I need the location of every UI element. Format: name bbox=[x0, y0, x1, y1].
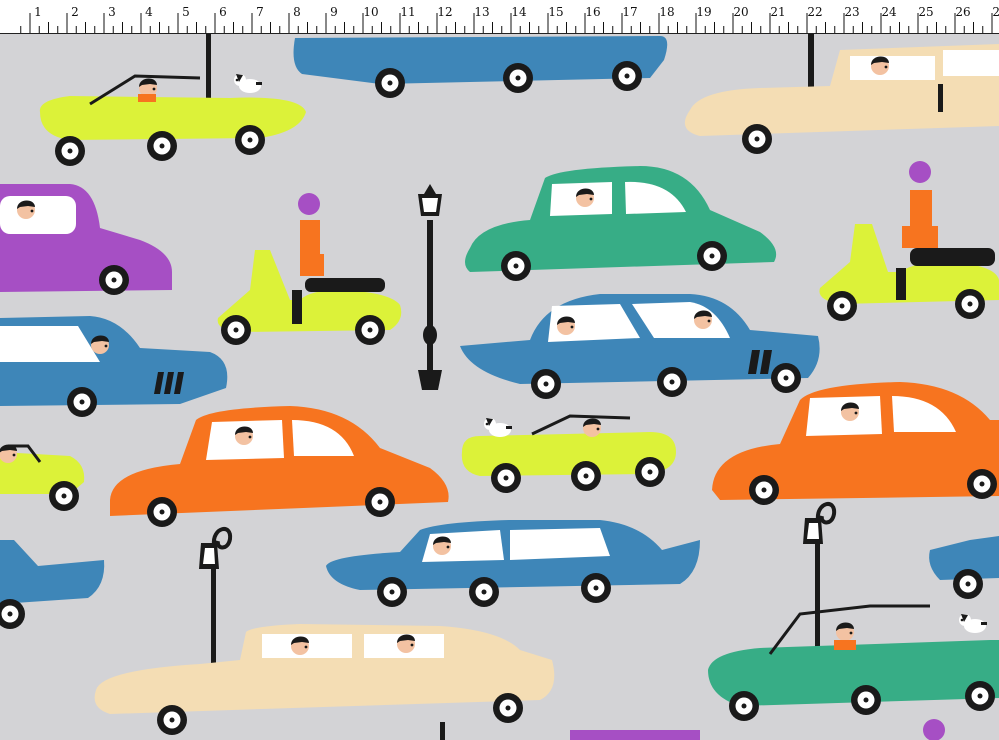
blue-car-center bbox=[460, 294, 820, 399]
ruler-label: 6 bbox=[219, 5, 227, 19]
measuring-ruler: 1 2 3 4 5 6 7 8 9 10 11 12 13 14 15 16 17 18 19 20 21 22 23 24 2… bbox=[0, 0, 999, 34]
purple-car bbox=[0, 184, 172, 295]
purple-car-bottom-edge bbox=[570, 730, 700, 740]
blue-car-center-bottom bbox=[326, 520, 700, 607]
ruler-label: 7 bbox=[256, 5, 264, 19]
lime-convertible-small bbox=[0, 444, 85, 511]
blue-car-bottom-left bbox=[0, 540, 105, 629]
curl-lamp-right bbox=[801, 501, 837, 652]
helmet-bottom-edge bbox=[923, 719, 945, 740]
ruler-label: 3 bbox=[108, 5, 116, 19]
ruler-label: 24 bbox=[881, 5, 897, 19]
ruler-label: 25 bbox=[918, 5, 934, 19]
ruler-label: 16 bbox=[585, 5, 601, 19]
fabric-print bbox=[0, 34, 999, 740]
ruler-label: 9 bbox=[330, 5, 338, 19]
ruler-label: 12 bbox=[437, 5, 453, 19]
ruler-label: 13 bbox=[474, 5, 490, 19]
orange-car-left bbox=[110, 406, 449, 527]
lime-convertible bbox=[39, 34, 306, 166]
ruler-label: 22 bbox=[807, 5, 823, 19]
ruler-label: 1 bbox=[34, 5, 42, 19]
blue-car-right-edge bbox=[929, 536, 999, 599]
ruler-label: 4 bbox=[145, 5, 153, 19]
ruler-label: 17 bbox=[622, 5, 638, 19]
ruler-label: 15 bbox=[548, 5, 564, 19]
ruler-label: 8 bbox=[293, 5, 301, 19]
ruler-label: 20 bbox=[733, 5, 749, 19]
ruler-label: 5 bbox=[182, 5, 190, 19]
ruler-label: 10 bbox=[363, 5, 379, 19]
blue-car-top bbox=[293, 36, 668, 98]
ruler-label: 23 bbox=[844, 5, 860, 19]
ruler-label: 14 bbox=[511, 5, 527, 19]
ruler-label: 21 bbox=[770, 5, 786, 19]
street-lamp-center bbox=[418, 184, 442, 390]
scooter-left bbox=[217, 193, 402, 345]
curl-lamp-left bbox=[197, 526, 233, 677]
ruler-label: 19 bbox=[696, 5, 712, 19]
ruler-label: 27 bbox=[992, 5, 999, 19]
teal-convertible bbox=[708, 604, 999, 721]
ruler-label: 18 bbox=[659, 5, 675, 19]
lime-convertible-center bbox=[461, 414, 676, 493]
blue-car-left bbox=[0, 316, 228, 417]
ruler-label: 26 bbox=[955, 5, 971, 19]
teal-car bbox=[465, 166, 777, 281]
cream-car-top-right bbox=[684, 34, 999, 154]
lamp-bottom-edge bbox=[440, 722, 445, 740]
orange-car-right bbox=[712, 382, 999, 505]
ruler-label: 2 bbox=[71, 5, 79, 19]
ruler-label: 11 bbox=[400, 5, 416, 19]
scooter-right bbox=[819, 161, 999, 321]
cream-car-bottom bbox=[94, 624, 555, 735]
